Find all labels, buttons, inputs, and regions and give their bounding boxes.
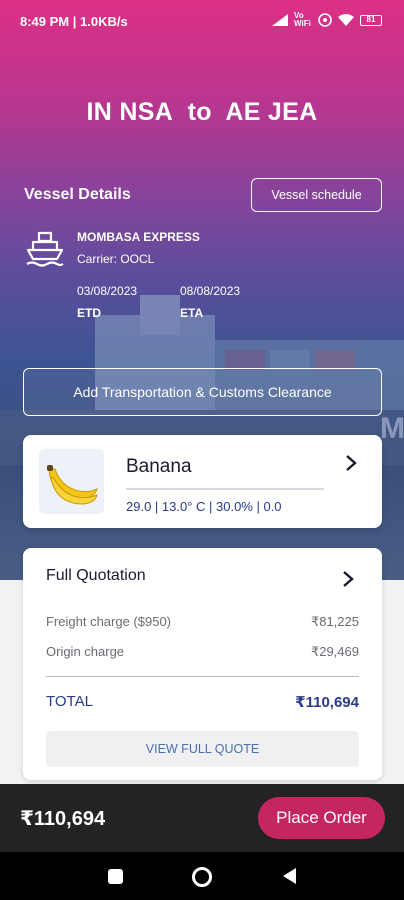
total-value: ₹110,694: [295, 694, 359, 711]
product-thumbnail: [39, 449, 104, 514]
vessel-carrier: Carrier: OOCL: [77, 252, 155, 266]
place-order-button[interactable]: Place Order: [258, 797, 385, 839]
route-destination: AE JEA: [225, 98, 318, 126]
eta-label: ETA: [180, 306, 204, 320]
quotation-title: Full Quotation: [46, 567, 146, 584]
ship-icon: [26, 231, 64, 267]
view-full-quote-button[interactable]: VIEW FULL QUOTE: [46, 731, 359, 767]
battery-icon: 81: [360, 14, 382, 26]
order-total-price: ₹110,694: [20, 808, 106, 830]
recent-apps-icon[interactable]: [108, 869, 123, 884]
product-divider: [126, 488, 324, 490]
origin-charge-value: ₹29,469: [310, 644, 359, 659]
wifi-icon: [338, 14, 354, 26]
back-icon[interactable]: [283, 868, 296, 884]
vessel-details-title: Vessel Details: [24, 186, 131, 203]
status-time: 8:49 PM | 1.0KB/s: [20, 14, 128, 29]
hotspot-icon: [318, 13, 332, 27]
banana-icon: [47, 465, 98, 505]
route-title: IN NSA to AE JEA: [0, 98, 404, 127]
freight-charge-label: Freight charge ($950): [46, 614, 172, 629]
quotation-card: Full Quotation Freight charge ($950) ₹81…: [23, 548, 382, 780]
svg-text:M: M: [380, 412, 404, 445]
product-name: Banana: [126, 456, 192, 477]
product-card[interactable]: Banana 29.0 | 13.0° C | 30.0% | 0.0: [23, 435, 382, 528]
route-connector: to: [187, 98, 212, 126]
etd-date: 03/08/2023: [77, 284, 138, 298]
vessel-schedule-button[interactable]: Vessel schedule: [251, 178, 382, 212]
total-label: TOTAL: [46, 693, 93, 710]
route-origin: IN NSA: [86, 98, 174, 126]
signal-icon: [272, 14, 288, 26]
status-bar: 8:49 PM | 1.0KB/s Vo WiFi 81: [0, 0, 404, 44]
home-icon[interactable]: [192, 867, 212, 887]
freight-charge-value: ₹81,225: [310, 614, 359, 629]
chevron-right-icon[interactable]: [344, 453, 358, 473]
system-nav-bar: [0, 852, 404, 900]
etd-label: ETD: [77, 306, 101, 320]
vessel-name: MOMBASA EXPRESS: [77, 230, 200, 244]
origin-charge-label: Origin charge: [46, 644, 125, 659]
bottom-order-bar: ₹110,694 Place Order: [0, 784, 404, 852]
eta-date: 08/08/2023: [180, 284, 241, 298]
status-icons: Vo WiFi 81: [272, 12, 382, 28]
add-transportation-button[interactable]: Add Transportation & Customs Clearance: [23, 368, 382, 416]
vowifi-label: Vo WiFi: [294, 11, 311, 28]
quotation-divider: [46, 676, 359, 677]
chevron-right-icon[interactable]: [341, 569, 355, 589]
product-parameters: 29.0 | 13.0° C | 30.0% | 0.0: [126, 499, 282, 514]
